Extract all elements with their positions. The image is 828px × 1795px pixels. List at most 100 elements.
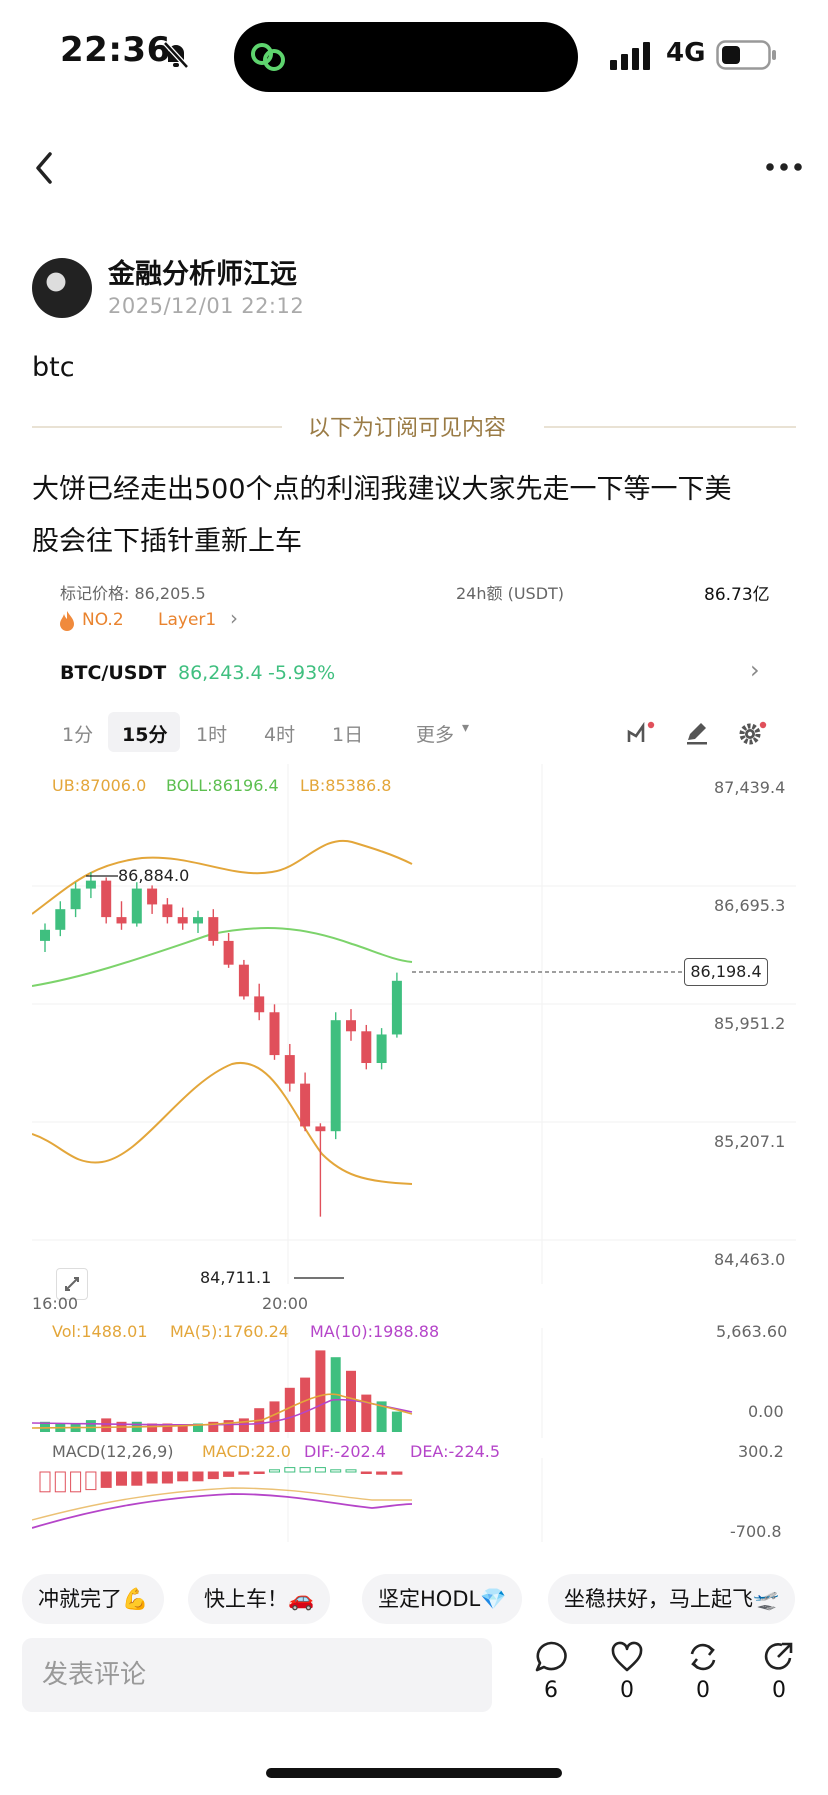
fire-icon [60,611,74,631]
candle-body [254,996,265,1013]
candle-body [101,880,112,918]
macd-bar [223,1471,235,1477]
chart-screenshot[interactable]: 标记价格: 86,205.5 24h额 (USDT) 86.73亿 NO.2 L… [32,568,796,1542]
comment-input[interactable]: 发表评论 [22,1638,492,1712]
volume-bar [238,1418,249,1432]
candle-body [361,1031,372,1064]
mark-price: 标记价格: 86,205.5 [60,584,206,603]
author-name[interactable]: 金融分析师江远 [108,252,297,291]
time-axis-label: 16:00 [32,1294,79,1313]
chevron-right-icon[interactable]: › [750,656,760,684]
macd-bar [192,1471,204,1482]
candlestick-chart [32,764,796,1284]
share-action[interactable]: 0 [754,1640,804,1703]
macd-bar [299,1467,311,1473]
reaction-chip[interactable]: 坚定HODL💎 [362,1574,523,1624]
candle-body [177,917,188,924]
link-icon [251,43,285,71]
post-body-line: 股会往下插针重新上车 [32,526,302,557]
macd-bar [345,1469,357,1473]
macd-bar [39,1471,51,1493]
high-price-label: 86,884.0 [118,866,190,885]
volume-bar [223,1420,234,1432]
macd-bar [116,1471,127,1486]
macd-bar [207,1471,219,1480]
macd-bar [314,1467,326,1473]
macd-bar [253,1471,265,1474]
candle-body [300,1083,311,1127]
candle-body [238,964,249,997]
volume-bar [391,1411,402,1432]
candle-body [40,929,50,941]
candle-body [269,1012,280,1056]
candle-body [391,980,402,1035]
volume-24h-value: 86.73亿 [704,585,770,605]
repost-icon [690,1643,716,1671]
candle-body [85,880,96,889]
draw-pen-icon[interactable] [684,720,710,746]
layer-tag[interactable]: Layer1 [158,610,216,630]
pair-change: -5.93% [268,662,336,684]
author-avatar[interactable] [32,258,92,318]
share-count: 0 [772,1678,786,1703]
candle-body [315,1126,326,1132]
macd-bar [54,1471,66,1493]
candle-body [116,917,127,924]
divider-line-right [544,426,796,428]
candle-body [376,1034,387,1064]
back-icon[interactable] [30,148,58,188]
signal-icon [610,42,650,70]
like-action[interactable]: 0 [602,1640,652,1703]
reaction-chip[interactable]: 快上车！🚗 [188,1574,331,1624]
candle-body [284,1055,295,1084]
candle-body [162,904,173,918]
reaction-chip[interactable]: 冲就完了💪 [22,1574,165,1624]
post-text: btc [32,352,75,383]
macd-bar [85,1471,97,1491]
macd-bar [269,1469,280,1473]
home-indicator[interactable] [266,1768,562,1778]
share-icon [764,1642,793,1670]
indicator-icon[interactable] [626,720,656,746]
macd-bar [238,1471,250,1475]
silent-bell-icon [163,41,189,69]
macd-bar [284,1467,296,1473]
tab-1h[interactable]: 1时 [196,720,227,747]
volume-24h-label: 24h额 (USDT) [456,584,565,603]
reaction-chip[interactable]: 坐稳扶好，马上起飞🛫 [548,1574,796,1624]
heart-icon [611,1641,643,1672]
candle-body [193,917,203,924]
repost-action[interactable]: 0 [678,1640,728,1703]
candle-body [131,888,142,924]
tab-1d[interactable]: 1日 [332,720,363,747]
chevron-right-icon: › [230,606,238,630]
rank-badge: NO.2 [82,610,124,630]
volume-bar [101,1418,112,1432]
tab-4h[interactable]: 4时 [264,720,295,747]
macd-bar [161,1471,173,1484]
volume-bar [361,1394,372,1432]
tab-more[interactable]: 更多 [416,720,454,747]
network-type: 4G [666,38,706,68]
volume-bar [300,1377,311,1432]
caret-down-icon: ▾ [462,720,470,736]
macd-bar [100,1471,112,1488]
settings-gear-icon[interactable] [738,720,768,746]
comment-action[interactable]: 6 [526,1640,576,1703]
macd-chart [32,1458,543,1542]
volume-bar [85,1420,96,1432]
macd-bar [391,1471,403,1475]
divider-line-left [32,426,282,428]
tab-15m[interactable]: 15分 [122,720,167,747]
tab-1m[interactable]: 1分 [62,720,93,747]
macd-bar [177,1471,189,1482]
time-axis-label: 20:00 [262,1294,309,1313]
comment-icon [535,1641,567,1672]
candle-body [147,888,158,905]
post-body: 大饼已经走出500个点的利润我建议大家先走一下等一下美 股会往下插针重新上车 [32,464,792,568]
more-options-icon[interactable] [764,152,804,182]
subscriber-divider-label: 以下为订阅可见内容 [308,416,507,441]
candle-body [346,1020,356,1032]
post-date: 2025/12/01 22:12 [108,294,305,318]
pair-price: 86,243.4 [178,662,263,684]
